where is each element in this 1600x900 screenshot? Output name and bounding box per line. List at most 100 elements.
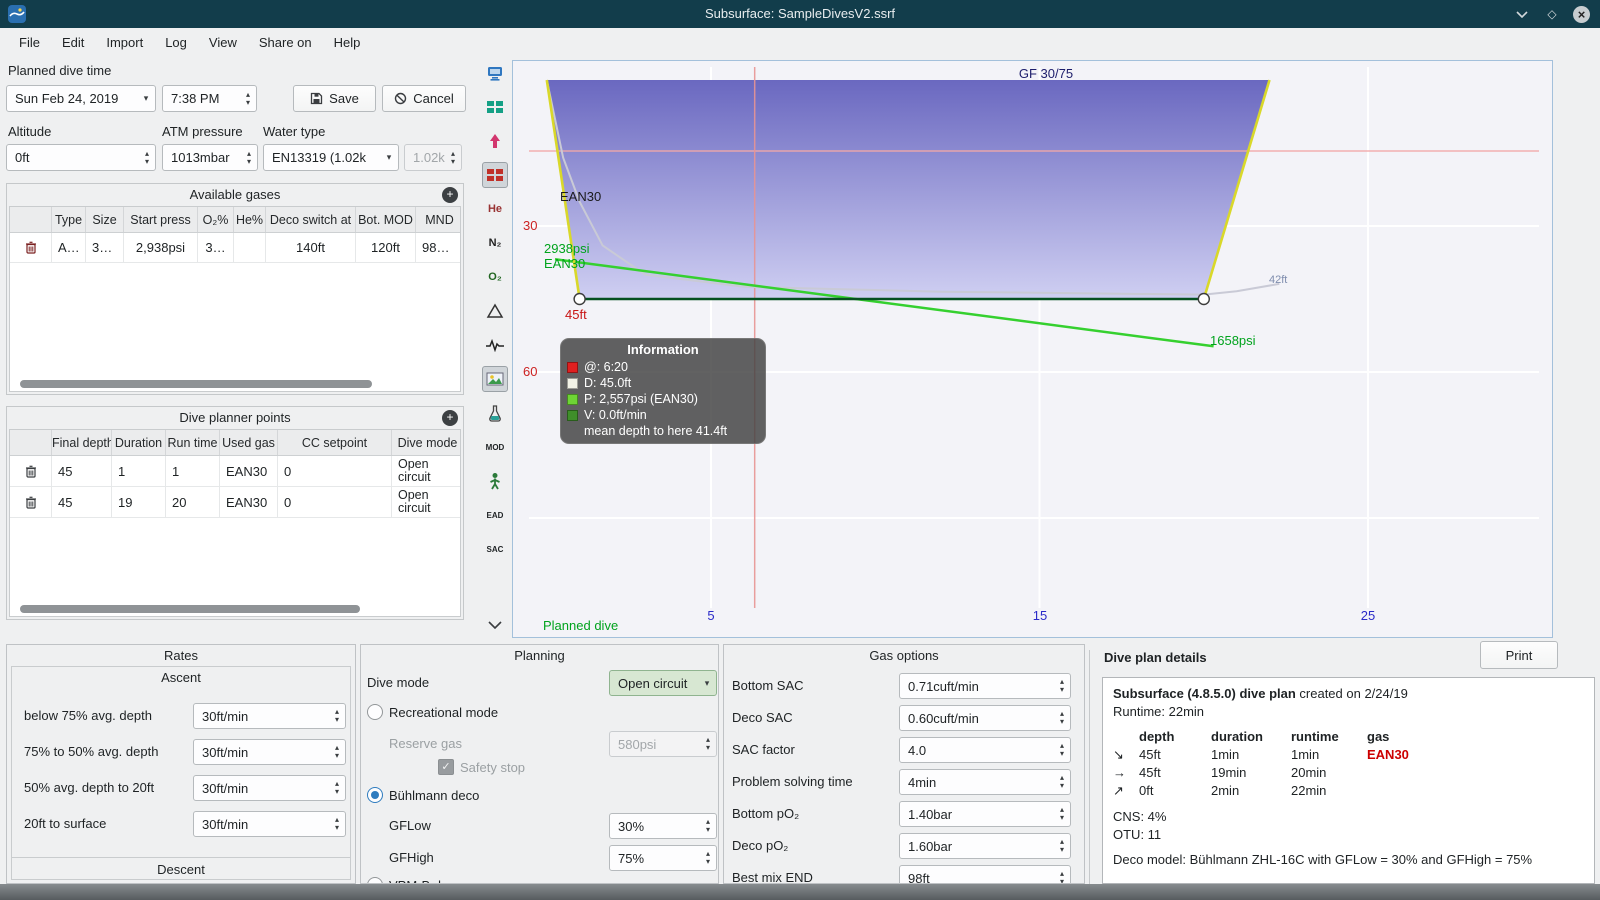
problem-time-spinner[interactable]: 4min ▴ ▾ [899,769,1071,795]
dive-date-select[interactable]: Sun Feb 24, 2019 ▾ [6,85,156,112]
altitude-spinner[interactable]: 0ft ▴ ▾ [6,144,156,171]
close-icon[interactable]: × [1573,5,1590,23]
gfhigh-spinner[interactable]: 75% ▴ ▾ [609,845,717,871]
toggle-ceiling-3m-button[interactable] [482,162,508,188]
point-divemode-cell[interactable]: Open circuit [392,456,460,486]
trash-icon[interactable] [25,465,37,478]
atm-pressure-spinner[interactable]: 1013mbar ▴ ▾ [162,144,258,171]
menu-log[interactable]: Log [154,28,198,57]
toggle-sac-button[interactable]: SAC [482,536,508,562]
rate-spinner-2[interactable]: 30ft/min ▴ ▾ [193,739,346,765]
toggle-ead-button[interactable]: EAD [482,502,508,528]
gas-startpress-cell[interactable]: 2,938psi [124,233,198,262]
toggle-ndl-tts-button[interactable] [482,468,508,494]
toggle-heartrate-button[interactable] [482,332,508,358]
spinner-arrows-icon[interactable]: ▴ ▾ [329,744,345,760]
point-usedgas-cell[interactable]: EAN30 [220,456,278,486]
point-finaldepth-cell[interactable]: 45 [52,456,112,486]
gas-mnd-cell[interactable]: 98… [416,233,460,262]
spinner-arrows-icon[interactable]: ▴ ▾ [1054,710,1070,726]
gas-he-cell[interactable] [234,233,266,262]
trash-icon[interactable] [25,241,37,254]
best-mix-end-spinner[interactable]: 98ft ▴ ▾ [899,865,1071,884]
spinner-arrows-icon[interactable]: ▴ ▾ [1054,678,1070,694]
point-usedgas-cell[interactable]: EAN30 [220,487,278,517]
point-divemode-cell[interactable]: Open circuit [392,487,460,517]
spinner-arrows-icon[interactable]: ▴ ▾ [1054,774,1070,790]
plan-cell-depth: 45ft [1139,765,1161,780]
planner-point-handle[interactable] [573,292,586,306]
spinner-arrows-icon[interactable]: ▴ ▾ [241,149,257,166]
point-ccsetpoint-cell[interactable]: 0 [278,456,392,486]
toolbar-scroll-down-button[interactable] [482,612,508,638]
gas-o2-cell[interactable]: 3… [198,233,234,262]
spinner-arrows-icon[interactable]: ▴ ▾ [1054,806,1070,822]
gases-hscrollbar[interactable] [20,380,372,388]
dive-time-spinner[interactable]: 7:38 PM ▴ ▾ [162,85,257,112]
spinner-arrows-icon[interactable]: ▴ ▾ [329,816,345,832]
toggle-air-density-button[interactable] [482,298,508,324]
point-runtime-cell[interactable]: 1 [166,456,220,486]
gas-botmod-cell[interactable]: 120ft [356,233,416,262]
menu-file[interactable]: File [8,28,51,57]
toggle-mod-button[interactable]: MOD [482,434,508,460]
gas-type-cell[interactable]: A… [52,233,86,262]
minimize-icon[interactable] [1513,5,1531,23]
deco-po2-spinner[interactable]: 1.60bar ▴ ▾ [899,833,1071,859]
cancel-button[interactable]: Cancel [382,85,466,112]
menu-edit[interactable]: Edit [51,28,95,57]
menu-view[interactable]: View [198,28,248,57]
safety-stop-checkbox[interactable]: ✓ [438,759,454,775]
toggle-dc-ceiling-button[interactable] [482,60,508,86]
toggle-phe-graph-button[interactable]: He [482,196,508,222]
spinner-arrows-icon[interactable]: ▴ ▾ [1054,870,1070,884]
dive-mode-select[interactable]: Open circuit ▾ [609,670,717,696]
print-button[interactable]: Print [1480,641,1558,669]
dive-profile-chart[interactable]: GF 30/75 30 60 5 15 25 EAN30 2938psi EAN… [512,60,1553,638]
gflow-spinner[interactable]: 30% ▴ ▾ [609,813,717,839]
points-hscrollbar[interactable] [20,605,360,613]
bottom-sac-spinner[interactable]: 0.71cuft/min ▴ ▾ [899,673,1071,699]
save-button[interactable]: Save [293,85,376,112]
toggle-po2-graph-button[interactable]: O₂ [482,264,508,290]
spinner-arrows-icon[interactable]: ▴ ▾ [1054,838,1070,854]
gas-size-cell[interactable]: 3… [86,233,124,262]
rate-spinner-1[interactable]: 30ft/min ▴ ▾ [193,703,346,729]
maximize-icon[interactable]: ◇ [1543,5,1561,23]
spinner-arrows-icon[interactable]: ▴ ▾ [700,850,716,866]
toggle-photos-button[interactable] [482,366,508,392]
sac-factor-spinner[interactable]: 4.0 ▴ ▾ [899,737,1071,763]
bottom-po2-spinner[interactable]: 1.40bar ▴ ▾ [899,801,1071,827]
spinner-arrows-icon[interactable]: ▴ ▾ [700,818,716,834]
gas-decoswitch-cell[interactable]: 140ft [266,233,356,262]
add-gas-button[interactable]: + [442,187,458,203]
menu-help[interactable]: Help [323,28,372,57]
add-point-button[interactable]: + [442,410,458,426]
spinner-arrows-icon[interactable]: ▴ ▾ [1054,742,1070,758]
menu-share-on[interactable]: Share on [248,28,323,57]
rate-spinner-3[interactable]: 30ft/min ▴ ▾ [193,775,346,801]
planner-point-handle[interactable] [1197,292,1210,306]
point-runtime-cell[interactable]: 20 [166,487,220,517]
trash-icon[interactable] [25,496,37,509]
buhlmann-deco-radio[interactable] [367,787,383,803]
rate-spinner-4[interactable]: 30ft/min ▴ ▾ [193,811,346,837]
toggle-gas-density-button[interactable] [482,400,508,426]
spinner-arrows-icon[interactable]: ▴ ▾ [240,90,256,107]
vpmb-deco-radio[interactable] [367,877,383,883]
point-duration-cell[interactable]: 19 [112,487,166,517]
spinner-arrows-icon[interactable]: ▴ ▾ [139,149,155,166]
point-ccsetpoint-cell[interactable]: 0 [278,487,392,517]
toggle-all-tissues-button[interactable] [482,128,508,154]
water-type-select[interactable]: EN13319 (1.02k ▾ [263,144,399,171]
spinner-arrows-icon[interactable]: ▴ ▾ [329,780,345,796]
spinner-arrows-icon[interactable]: ▴ ▾ [329,708,345,724]
toggle-calculated-ceiling-button[interactable] [482,94,508,120]
menu-import[interactable]: Import [95,28,154,57]
deco-sac-spinner[interactable]: 0.60cuft/min ▴ ▾ [899,705,1071,731]
point-duration-cell[interactable]: 1 [112,456,166,486]
recreational-mode-radio[interactable] [367,704,383,720]
tooltip-text: @: 6:20 [584,360,628,374]
toggle-pn2-graph-button[interactable]: N₂ [482,230,508,256]
point-finaldepth-cell[interactable]: 45 [52,487,112,517]
